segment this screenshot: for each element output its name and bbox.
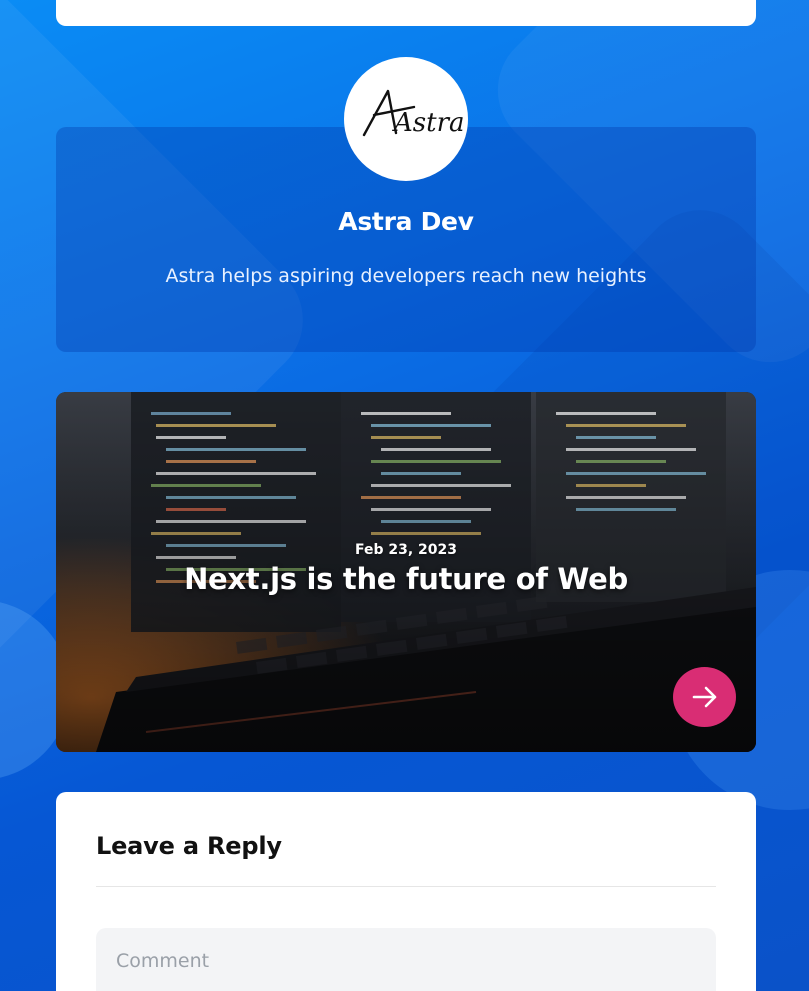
author-bio: Astra helps aspiring developers reach ne…: [165, 265, 647, 287]
comment-input[interactable]: [96, 928, 716, 991]
reply-title: Leave a Reply: [96, 832, 282, 860]
post-date: Feb 23, 2023: [354, 542, 458, 558]
astra-logo-text: Astra: [392, 108, 465, 138]
author-name: Astra Dev: [338, 207, 474, 236]
divider: [96, 886, 716, 887]
post-title[interactable]: Next.js is the future of Web: [56, 562, 756, 596]
arrow-right-icon: [692, 686, 716, 708]
post-card[interactable]: Feb 23, 2023 Next.js is the future of We…: [56, 392, 756, 752]
previous-content-card: [56, 0, 756, 26]
author-avatar: Astra: [344, 57, 468, 181]
astra-logo: Astra: [362, 89, 465, 138]
read-more-button[interactable]: [673, 667, 736, 727]
reply-card: Leave a Reply: [56, 792, 756, 991]
